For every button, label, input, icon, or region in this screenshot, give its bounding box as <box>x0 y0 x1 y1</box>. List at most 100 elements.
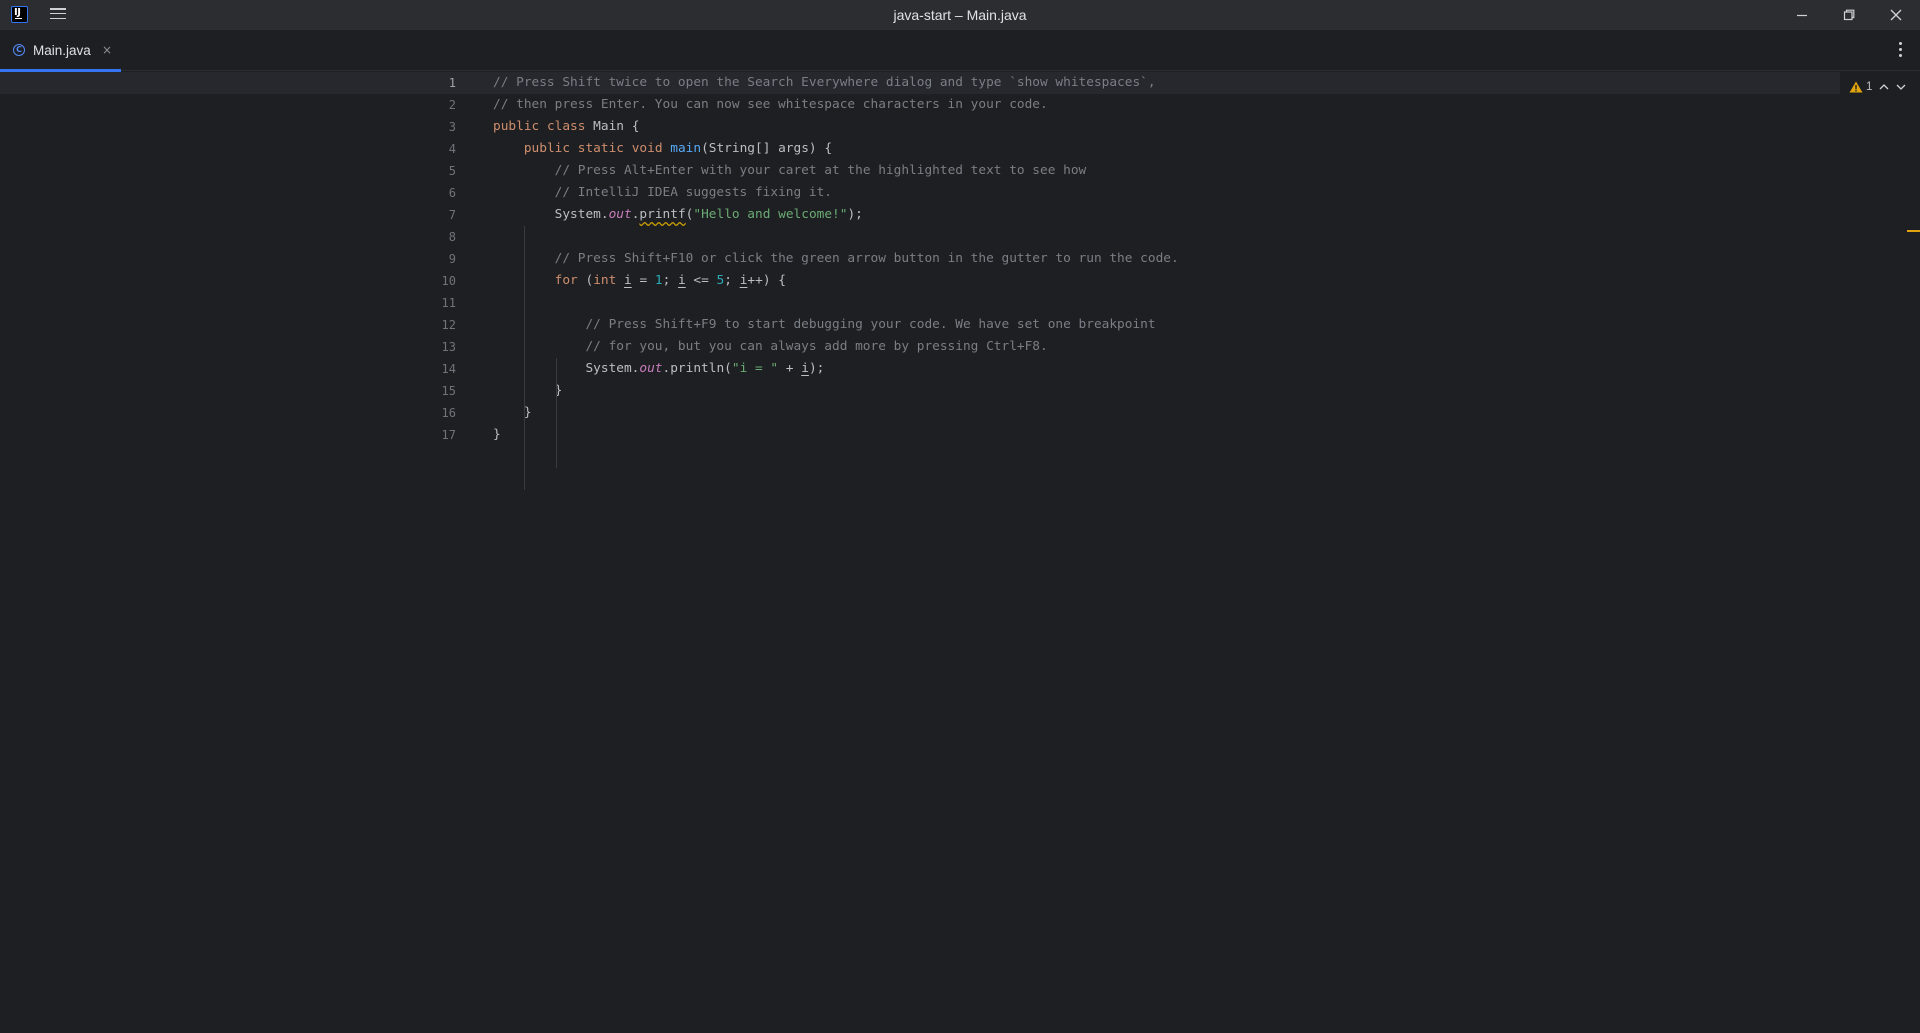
code-token: // for you, but you can always add more … <box>585 339 1048 354</box>
code-token: // Press Alt+Enter with your caret at th… <box>554 163 1087 178</box>
code-line[interactable]: // Press Shift twice to open the Search … <box>493 72 1156 94</box>
code-token: = <box>631 273 655 288</box>
code-token: void <box>631 141 671 156</box>
code-token: // Press Shift+F10 or click the green ar… <box>554 251 1179 266</box>
minimize-button[interactable] <box>1779 0 1825 30</box>
code-line[interactable]: // for you, but you can always add more … <box>493 336 1048 358</box>
code-token: i <box>624 273 632 288</box>
code-token: public <box>493 119 547 134</box>
code-token: // Press Shift+F9 to start debugging you… <box>585 317 1156 332</box>
warning-scrollbar-marker[interactable] <box>1907 230 1920 232</box>
code-line[interactable]: // Press Alt+Enter with your caret at th… <box>493 160 1087 182</box>
chevron-up-icon[interactable] <box>1879 83 1889 91</box>
inspection-widget[interactable]: 1 <box>1849 78 1906 96</box>
main-menu-icon[interactable] <box>50 8 66 22</box>
window-title: java-start – Main.java <box>893 7 1027 23</box>
code-line[interactable]: public static void main(String[] args) { <box>493 138 832 160</box>
code-token: Main { <box>593 119 640 134</box>
code-token: (String[] args) { <box>701 141 833 156</box>
code-line[interactable]: } <box>493 402 532 424</box>
code-line[interactable]: } <box>493 380 563 402</box>
line-number[interactable]: 8 <box>0 226 456 248</box>
warning-icon <box>1849 81 1863 93</box>
code-token: out <box>608 207 632 222</box>
code-line[interactable]: } <box>493 424 501 446</box>
tab-label: Main.java <box>33 43 91 58</box>
code-token: .println( <box>662 361 732 376</box>
code-line[interactable]: // then press Enter. You can now see whi… <box>493 94 1048 116</box>
code-token: for <box>554 273 586 288</box>
code-line[interactable]: System.out.println("i = " + i); <box>493 358 824 380</box>
line-number[interactable]: 5 <box>0 160 456 182</box>
line-number[interactable]: 12 <box>0 314 456 336</box>
editor-tabs-bar: C Main.java × <box>0 30 1920 72</box>
title-bar: IJ java-start – Main.java <box>0 0 1920 30</box>
tab-main-java[interactable]: C Main.java × <box>0 30 121 72</box>
code-line[interactable]: public class Main { <box>493 116 639 138</box>
line-number[interactable]: 6 <box>0 182 456 204</box>
code-token: System. <box>493 361 640 376</box>
line-number[interactable]: 15 <box>0 380 456 402</box>
code-token: int <box>593 273 625 288</box>
line-number[interactable]: 4 <box>0 138 456 160</box>
indent-guide <box>556 358 557 468</box>
restore-button[interactable] <box>1826 0 1872 30</box>
line-number[interactable]: 11 <box>0 292 456 314</box>
code-editor[interactable]: 1 2 3 4 5 6 7 8 9 10 11 12 13 14 15 16 17 // Press Shift… <box>0 72 1920 1033</box>
code-token: ); <box>808 361 825 376</box>
line-number[interactable]: 9 <box>0 248 456 270</box>
tab-options-menu-icon[interactable] <box>1893 42 1907 60</box>
code-line[interactable]: for (int i = 1; i <= 5; i++) { <box>493 270 786 292</box>
line-number[interactable]: 17 <box>0 424 456 446</box>
code-token: } <box>493 427 501 442</box>
code-token: ; <box>724 273 740 288</box>
line-number[interactable]: 13 <box>0 336 456 358</box>
code-token: out <box>639 361 663 376</box>
ide-window: IJ java-start – Main.java C Main.java × … <box>0 0 1920 1033</box>
line-number[interactable]: 7 <box>0 204 456 226</box>
code-line[interactable]: System.out.printf("Hello and welcome!"); <box>493 204 863 226</box>
code-token: + <box>778 361 802 376</box>
chevron-down-icon[interactable] <box>1896 83 1906 91</box>
code-token: // Press Shift twice to open the Search … <box>493 75 1156 90</box>
code-token: "i = " <box>731 361 779 376</box>
code-token: printf <box>639 207 686 222</box>
code-token: ; <box>662 273 678 288</box>
code-token: "Hello and welcome!" <box>693 207 848 222</box>
line-number[interactable]: 10 <box>0 270 456 292</box>
code-token: 1 <box>654 273 663 288</box>
line-number[interactable]: 1 <box>0 72 456 94</box>
code-token: ); <box>847 207 863 222</box>
tab-close-icon[interactable]: × <box>100 43 114 57</box>
code-token: i <box>678 273 686 288</box>
line-number[interactable]: 14 <box>0 358 456 380</box>
code-line[interactable]: // Press Shift+F10 or click the green ar… <box>493 248 1179 270</box>
code-token: static <box>577 141 632 156</box>
code-token: public <box>523 141 578 156</box>
minimize-icon <box>1797 14 1807 17</box>
code-token: main <box>670 141 702 156</box>
code-line[interactable]: // IntelliJ IDEA suggests fixing it. <box>493 182 832 204</box>
close-icon <box>1890 9 1902 21</box>
code-token: // IntelliJ IDEA suggests fixing it. <box>554 185 832 200</box>
line-number[interactable]: 3 <box>0 116 456 138</box>
code-token: } <box>493 383 563 398</box>
code-token: // then press Enter. You can now see whi… <box>493 97 1048 112</box>
close-window-button[interactable] <box>1873 0 1919 30</box>
indent-guide <box>524 226 525 490</box>
code-token: ++) { <box>747 273 786 288</box>
code-token: <= <box>685 273 717 288</box>
code-token: i <box>801 361 809 376</box>
restore-icon <box>1843 9 1855 21</box>
line-number[interactable]: 2 <box>0 94 456 116</box>
intellij-logo-icon[interactable]: IJ <box>11 6 28 23</box>
code-token: } <box>493 405 532 420</box>
line-number[interactable]: 16 <box>0 402 456 424</box>
code-token: class <box>546 119 594 134</box>
code-line[interactable]: // Press Shift+F9 to start debugging you… <box>493 314 1156 336</box>
